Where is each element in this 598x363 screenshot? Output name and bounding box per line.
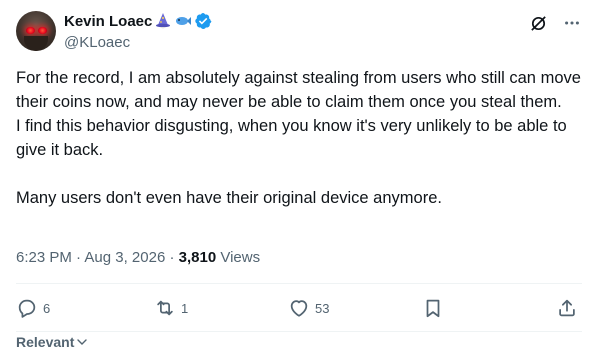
meta-separator: · — [76, 249, 82, 266]
bookmark-icon — [426, 299, 440, 318]
more-options-icon[interactable] — [562, 13, 582, 33]
top-actions — [528, 13, 582, 33]
repost-count: 1 — [181, 300, 189, 316]
action-bar: 6 1 53 — [16, 297, 582, 325]
tweet-header: Kevin Loaec @KLoaec — [16, 11, 582, 55]
chevron-down-icon — [77, 339, 88, 345]
divider — [16, 283, 582, 284]
tweet-paragraph: Many users don't even have their origina… — [16, 189, 442, 207]
share-icon — [559, 299, 575, 317]
tweet-meta: 6:23 PM · Aug 3, 2026 · 3,810 Views — [16, 249, 260, 266]
views-count: 3,810 — [178, 249, 217, 266]
divider — [16, 331, 582, 332]
heart-icon — [290, 300, 308, 317]
tweet-time[interactable]: 6:23 PM — [16, 249, 72, 266]
reply-button[interactable]: 6 — [16, 297, 50, 319]
avatar[interactable] — [16, 11, 56, 51]
reply-count: 6 — [43, 300, 51, 316]
wizard-emoji-icon — [154, 12, 172, 30]
like-button[interactable]: 53 — [288, 297, 329, 319]
views-label: Views — [220, 249, 261, 266]
author-display-name[interactable]: Kevin Loaec — [64, 13, 152, 30]
grok-icon[interactable] — [528, 13, 548, 33]
tweet-paragraph: I find this behavior disgusting, when yo… — [16, 117, 567, 159]
tweet-date[interactable]: Aug 3, 2026 — [84, 249, 165, 266]
fish-emoji-icon — [174, 12, 192, 30]
repost-button[interactable]: 1 — [154, 297, 188, 319]
tweet-text: For the record, I am absolutely against … — [16, 66, 582, 210]
share-button[interactable] — [556, 297, 578, 319]
meta-separator: · — [169, 249, 175, 266]
repost-icon — [157, 300, 173, 316]
reply-sort-dropdown[interactable]: Relevant — [16, 334, 88, 350]
like-count: 53 — [315, 300, 330, 316]
verified-badge-icon — [194, 12, 212, 30]
reply-sort-label: Relevant — [16, 334, 75, 350]
tweet-paragraph: For the record, I am absolutely against … — [16, 69, 581, 111]
bookmark-button[interactable] — [422, 297, 444, 319]
reply-icon — [18, 299, 36, 318]
author-names: Kevin Loaec @KLoaec — [64, 11, 212, 51]
author-handle[interactable]: @KLoaec — [64, 34, 212, 51]
